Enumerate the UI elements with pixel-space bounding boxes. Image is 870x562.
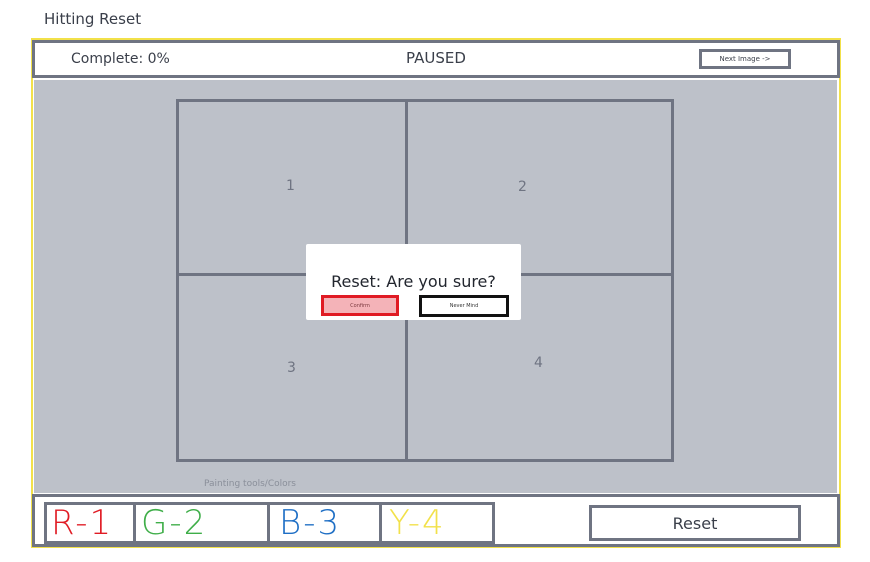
color-blue[interactable]: B-3	[279, 505, 341, 541]
dialog-title: Reset: Are you sure?	[331, 272, 496, 291]
quadrant-1[interactable]: 1	[286, 178, 295, 194]
color-yellow[interactable]: Y-4	[389, 505, 446, 541]
quadrant-2[interactable]: 2	[518, 179, 527, 195]
color-red[interactable]: R-1	[51, 505, 113, 541]
quadrant-3[interactable]: 3	[287, 360, 296, 376]
palette-divider	[267, 505, 270, 541]
reset-confirm-dialog: Reset: Are you sure? Confirm Never Mind	[306, 244, 521, 320]
quadrant-4[interactable]: 4	[534, 355, 543, 371]
color-palette: R-1 G-2 B-3 Y-4	[44, 502, 495, 544]
next-image-button[interactable]: Next Image ->	[699, 49, 791, 69]
palette-divider	[379, 505, 382, 541]
palette-divider	[133, 505, 136, 541]
color-green[interactable]: G-2	[141, 505, 207, 541]
tools-label: Painting tools/Colors	[204, 479, 296, 489]
page-caption: Hitting Reset	[44, 10, 142, 28]
confirm-button[interactable]: Confirm	[321, 295, 399, 316]
never-mind-button[interactable]: Never Mind	[419, 295, 509, 317]
bottom-bar: R-1 G-2 B-3 Y-4 Reset	[32, 494, 840, 547]
reset-button[interactable]: Reset	[589, 505, 801, 541]
top-bar: Complete: 0% PAUSED Next Image ->	[32, 40, 840, 78]
